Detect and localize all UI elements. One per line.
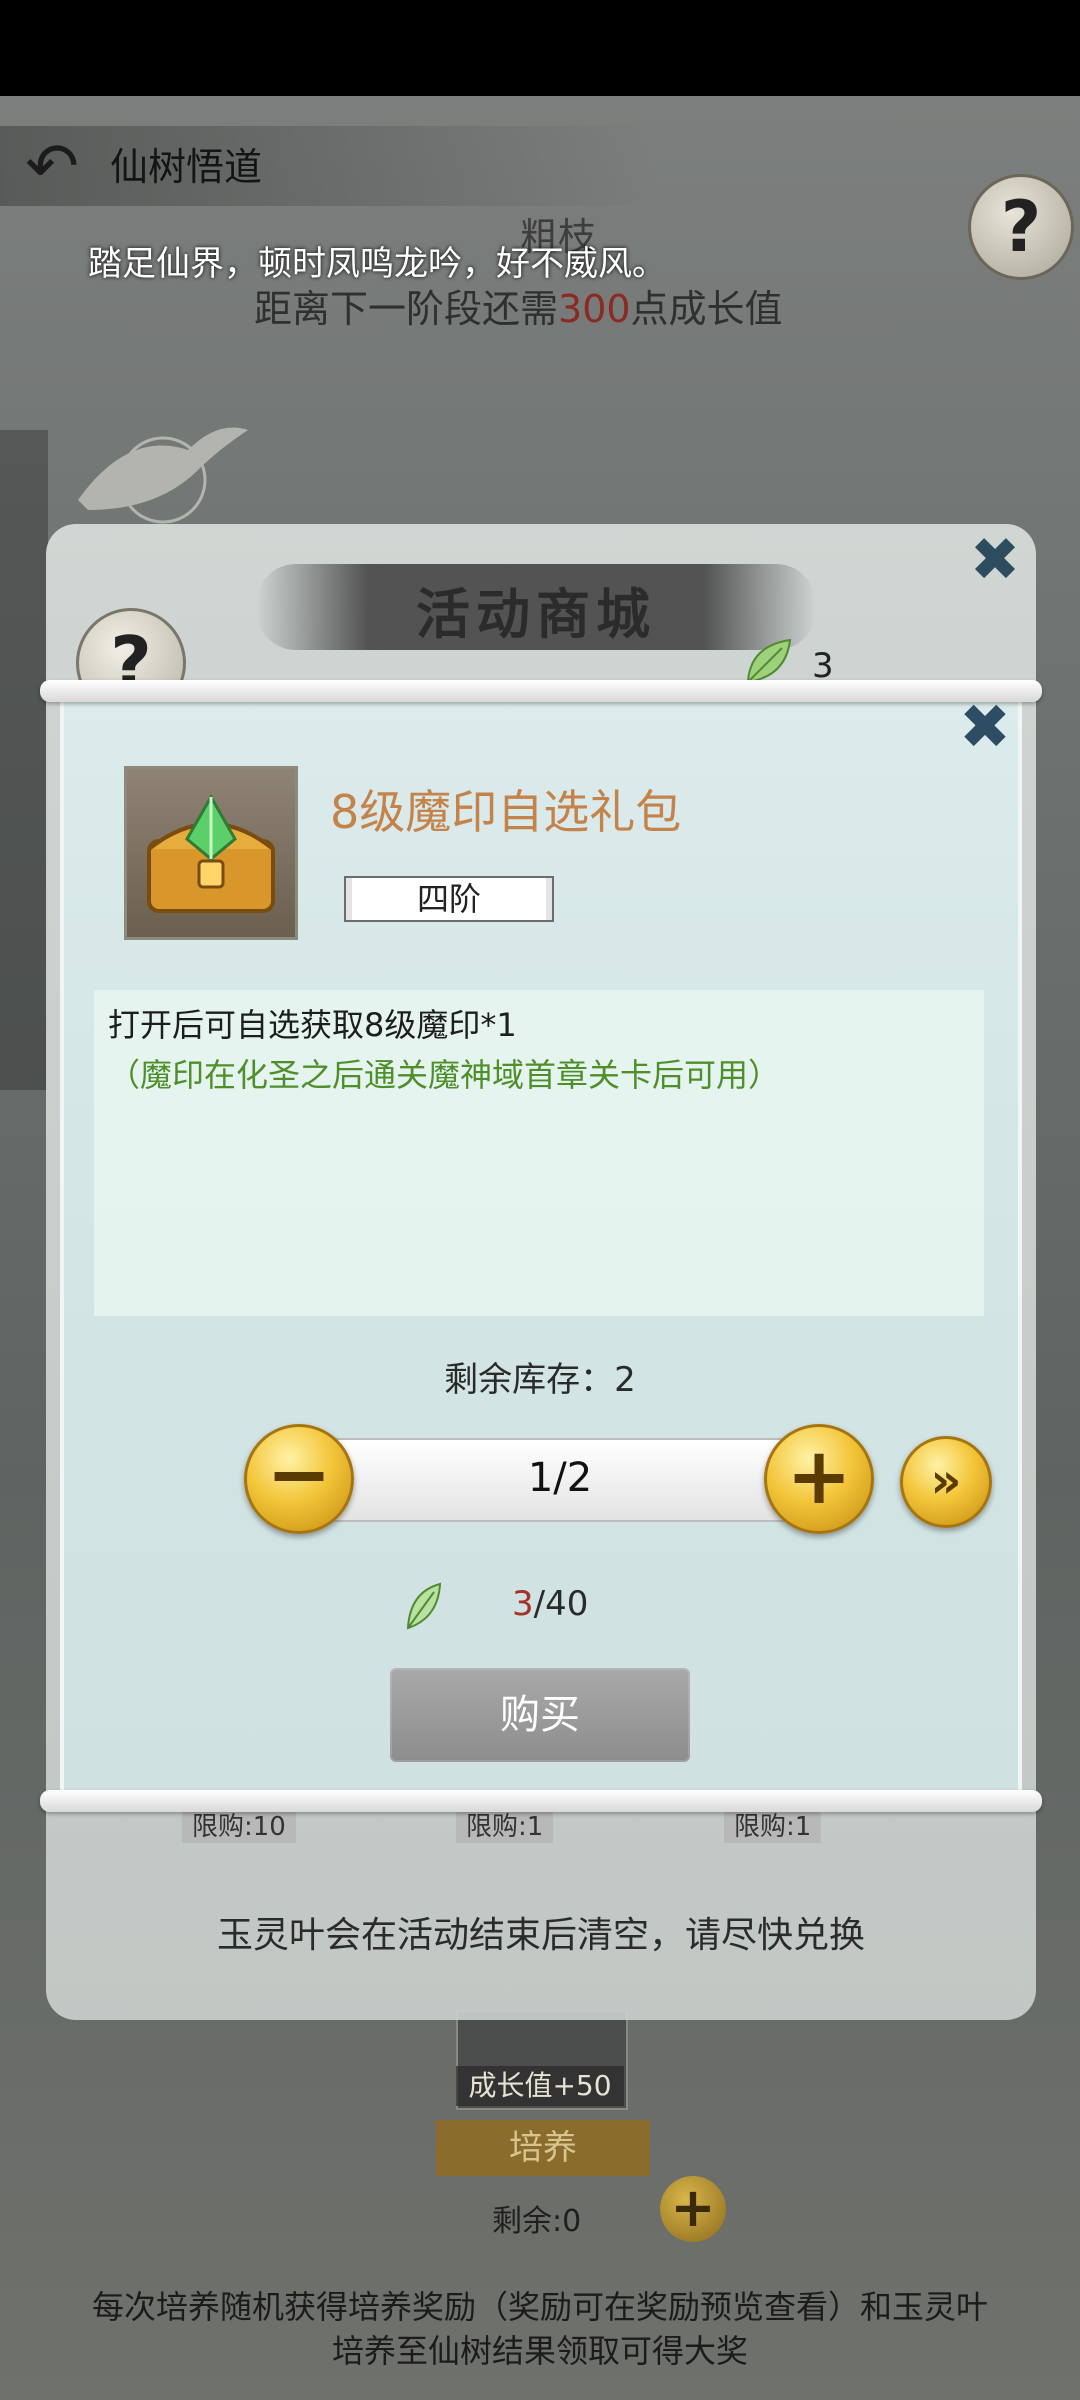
footer-hint-line1: 每次培养随机获得培养奖励（奖励可在奖励预览查看）和玉灵叶 (91, 2288, 988, 2326)
add-plus-icon[interactable]: + (660, 2176, 726, 2242)
status-bar (0, 0, 1080, 96)
shop-title: 活动商城 (416, 583, 656, 646)
buy-button[interactable]: 购买 (390, 1668, 690, 1762)
plus-icon[interactable]: + (764, 1424, 874, 1534)
growth-value-label: 成长值+50 (456, 2066, 624, 2106)
side-menu-strip (0, 430, 48, 1090)
grade-label: 四阶 (416, 880, 481, 918)
footer-hint-line2: 培养至仙树结果领取可得大奖 (331, 2332, 748, 2370)
item-icon-frame (124, 766, 298, 940)
double-chevron-right-icon[interactable]: » (900, 1436, 992, 1528)
back-arrow-icon[interactable]: ↶ (6, 126, 98, 208)
remaining-stock: 剩余库存：2 (444, 1360, 636, 1400)
quantity-value: 1/2 (527, 1455, 593, 1501)
scrolling-announcement: 踏足仙界，顿时凤鸣龙吟，好不威风。 (88, 244, 666, 284)
stage-progress: 距离下一阶段还需300点成长值 (254, 287, 783, 331)
item-name: 8级魔印自选礼包 (330, 785, 682, 839)
remaining-count: 剩余:0 (492, 2204, 582, 2239)
leaf-icon (406, 1582, 442, 1630)
price: 3/40 (512, 1584, 589, 1624)
close-icon[interactable]: ✖ (950, 694, 1020, 760)
crane-decoration-icon (78, 427, 248, 524)
cultivate-button[interactable]: 培养 (436, 2120, 650, 2176)
page-title: 仙树悟道 (110, 145, 263, 189)
scroll-rod-top (40, 680, 1042, 702)
item-usage-note: （魔印在化圣之后通关魔神域首章关卡后可用） (108, 1056, 781, 1094)
help-icon[interactable]: ? (968, 174, 1074, 280)
scroll-rod-bottom (40, 1790, 1042, 1812)
close-icon[interactable]: ✖ (960, 530, 1030, 590)
header-bar (0, 126, 660, 206)
shop-notice: 玉灵叶会在活动结束后清空，请尽快兑换 (216, 1915, 865, 1956)
item-description: 打开后可自选获取8级魔印*1 (108, 1006, 517, 1044)
treasure-chest-icon (147, 793, 275, 913)
minus-icon[interactable]: − (244, 1424, 354, 1534)
